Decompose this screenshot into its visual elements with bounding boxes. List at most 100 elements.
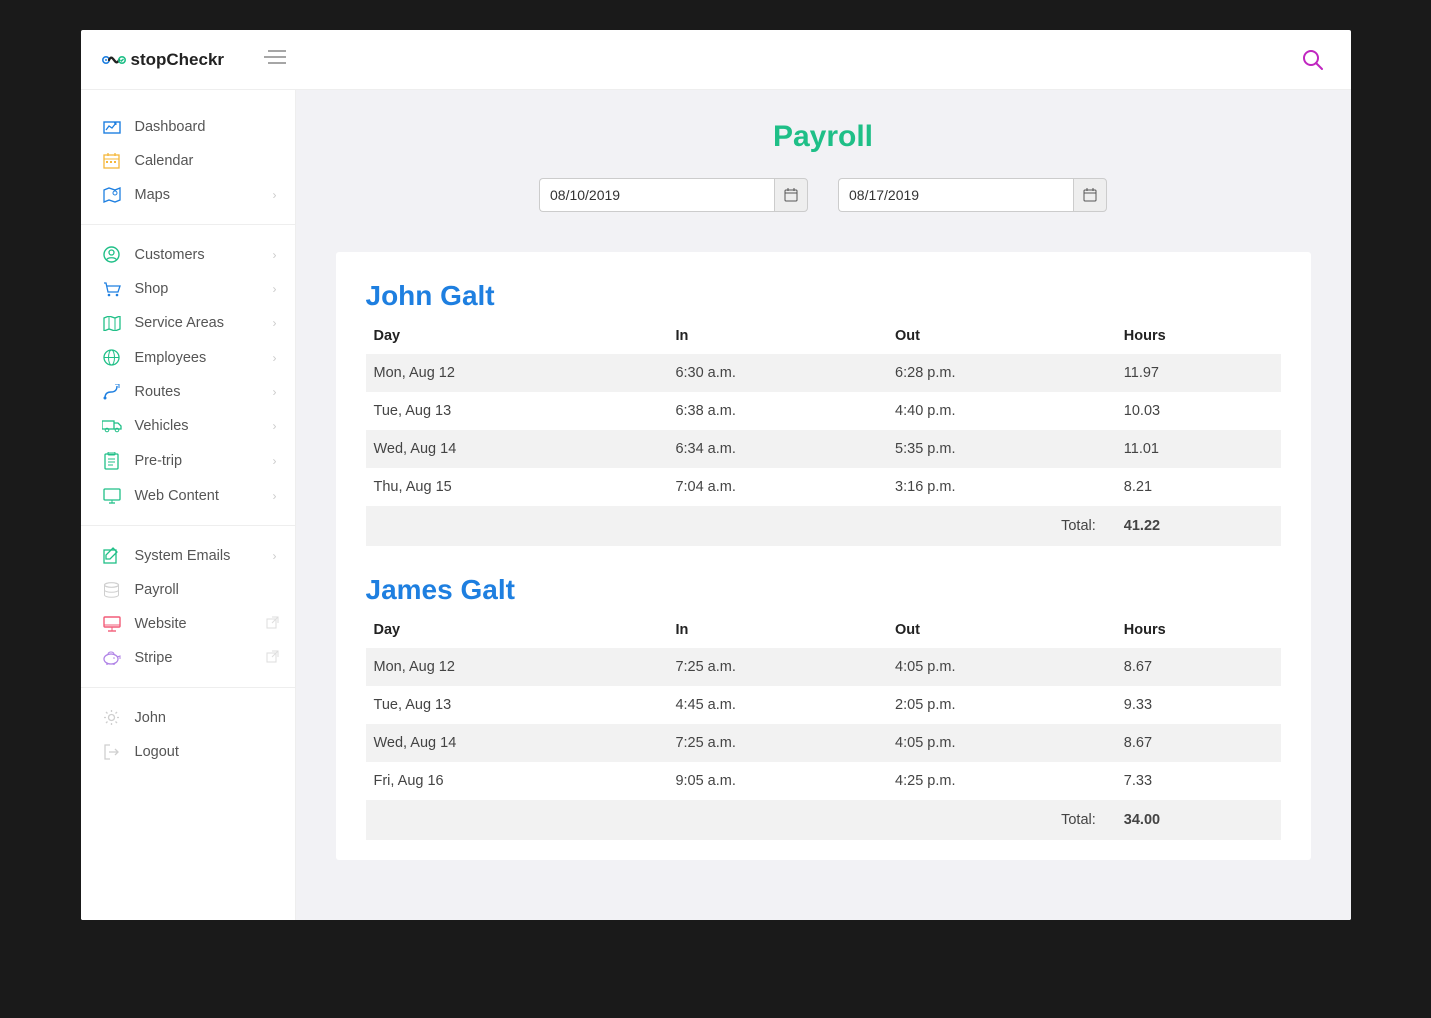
col-hours: Hours — [1116, 612, 1281, 648]
cell-day: Tue, Aug 13 — [366, 392, 668, 430]
sidebar-item-label: John — [135, 710, 166, 726]
search-button[interactable] — [1301, 48, 1325, 77]
sidebar-item-label: Payroll — [135, 582, 179, 598]
sidebar-item-shop[interactable]: Shop› — [81, 272, 295, 306]
cell-hours: 8.21 — [1116, 468, 1281, 506]
sidebar-item-label: Dashboard — [135, 119, 206, 135]
sidebar-item-logout[interactable]: Logout — [81, 735, 295, 769]
route-icon — [101, 384, 123, 400]
date-range-row — [336, 178, 1311, 212]
desktop-icon — [101, 616, 123, 632]
chevron-right-icon: › — [273, 282, 277, 296]
calendar-icon — [1083, 188, 1097, 202]
brand-logo[interactable]: stopCheckr — [101, 49, 225, 71]
cell-out: 5:35 p.m. — [887, 430, 1116, 468]
sidebar-item-label: Maps — [135, 187, 170, 203]
cell-out: 2:05 p.m. — [887, 686, 1116, 724]
sidebar-item-john[interactable]: John — [81, 700, 295, 735]
sidebar-item-service-areas[interactable]: Service Areas › — [81, 306, 295, 340]
col-day: Day — [366, 612, 668, 648]
sidebar-item-web-content[interactable]: Web Content› — [81, 479, 295, 513]
sidebar-group: Dashboard Calendar Maps› — [81, 110, 295, 225]
sidebar-item-dashboard[interactable]: Dashboard — [81, 110, 295, 144]
cell-in: 9:05 a.m. — [667, 762, 887, 800]
sidebar-item-stripe[interactable]: Stripe — [81, 641, 295, 675]
chevron-right-icon: › — [273, 316, 277, 330]
date-to-input[interactable] — [838, 178, 1073, 212]
topbar: stopCheckr — [81, 30, 1351, 90]
sidebar-item-website[interactable]: Website — [81, 607, 295, 641]
col-in: In — [667, 318, 887, 354]
sidebar-item-label: Calendar — [135, 153, 194, 169]
employee-name[interactable]: James Galt — [366, 574, 1281, 606]
menu-toggle-button[interactable] — [264, 50, 286, 69]
date-from-picker-button[interactable] — [774, 178, 808, 212]
sidebar-item-vehicles[interactable]: Vehicles › — [81, 409, 295, 443]
sidebar-item-label: Website — [135, 616, 187, 632]
date-to-picker-button[interactable] — [1073, 178, 1107, 212]
col-out: Out — [887, 612, 1116, 648]
monitor-icon — [101, 488, 123, 504]
user-icon — [101, 246, 123, 263]
total-label: Total: — [887, 506, 1116, 546]
table-row: Mon, Aug 127:25 a.m.4:05 p.m.8.67 — [366, 648, 1281, 686]
gear-icon — [101, 709, 123, 726]
globe-icon — [101, 349, 123, 366]
total-label: Total: — [887, 800, 1116, 840]
table-row: Mon, Aug 126:30 a.m.6:28 p.m.11.97 — [366, 354, 1281, 392]
sidebar-item-system-emails[interactable]: System Emails › — [81, 538, 295, 573]
app-window: stopCheckr DashboardCalendarMaps›Custome… — [81, 30, 1351, 920]
calendar-icon — [101, 153, 123, 169]
chevron-right-icon: › — [273, 419, 277, 433]
edit-icon — [101, 547, 123, 564]
table-row: Wed, Aug 147:25 a.m.4:05 p.m.8.67 — [366, 724, 1281, 762]
employee-name[interactable]: John Galt — [366, 280, 1281, 312]
brand-text: stopCheckr — [131, 50, 225, 70]
sidebar-item-customers[interactable]: Customers› — [81, 237, 295, 272]
cell-day: Fri, Aug 16 — [366, 762, 668, 800]
map-icon — [101, 187, 123, 203]
table-row: Fri, Aug 169:05 a.m.4:25 p.m.7.33 — [366, 762, 1281, 800]
date-from-input[interactable] — [539, 178, 774, 212]
cell-in: 6:34 a.m. — [667, 430, 887, 468]
sidebar-item-label: Service Areas — [135, 315, 224, 331]
sidebar-item-payroll[interactable]: Payroll — [81, 573, 295, 607]
sidebar-item-routes[interactable]: Routes › — [81, 375, 295, 409]
external-link-icon — [266, 616, 279, 633]
table-row: Tue, Aug 134:45 a.m.2:05 p.m.9.33 — [366, 686, 1281, 724]
chevron-right-icon: › — [273, 351, 277, 365]
cell-out: 3:16 p.m. — [887, 468, 1116, 506]
date-from-group — [539, 178, 808, 212]
cell-hours: 11.01 — [1116, 430, 1281, 468]
mapthin-icon — [101, 316, 123, 331]
logo-icon — [101, 49, 127, 71]
sidebar-item-label: Customers — [135, 247, 205, 263]
menu-icon — [264, 50, 286, 64]
cell-hours: 8.67 — [1116, 648, 1281, 686]
sidebar-item-calendar[interactable]: Calendar — [81, 144, 295, 178]
piggy-icon — [101, 650, 123, 666]
cell-hours: 9.33 — [1116, 686, 1281, 724]
page-title: Payroll — [336, 120, 1311, 154]
cell-in: 4:45 a.m. — [667, 686, 887, 724]
sidebar-item-label: Routes — [135, 384, 181, 400]
sidebar-item-label: System Emails — [135, 548, 231, 564]
table-row: Wed, Aug 146:34 a.m.5:35 p.m.11.01 — [366, 430, 1281, 468]
cell-in: 6:30 a.m. — [667, 354, 887, 392]
chevron-right-icon: › — [273, 385, 277, 399]
col-in: In — [667, 612, 887, 648]
truck-icon — [101, 419, 123, 433]
cell-day: Wed, Aug 14 — [366, 430, 668, 468]
sidebar-item-pre-trip[interactable]: Pre-trip› — [81, 443, 295, 479]
cell-hours: 7.33 — [1116, 762, 1281, 800]
chevron-right-icon: › — [273, 549, 277, 563]
payroll-card: John GaltDayInOutHoursMon, Aug 126:30 a.… — [336, 252, 1311, 860]
cell-hours: 10.03 — [1116, 392, 1281, 430]
dashboard-icon — [101, 119, 123, 135]
sidebar-item-label: Vehicles — [135, 418, 189, 434]
sidebar-item-maps[interactable]: Maps› — [81, 178, 295, 212]
sidebar-item-employees[interactable]: Employees› — [81, 340, 295, 375]
cell-in: 7:04 a.m. — [667, 468, 887, 506]
sidebar-group: Customers›Shop›Service Areas›Employees›R… — [81, 237, 295, 526]
logout-icon — [101, 744, 123, 760]
